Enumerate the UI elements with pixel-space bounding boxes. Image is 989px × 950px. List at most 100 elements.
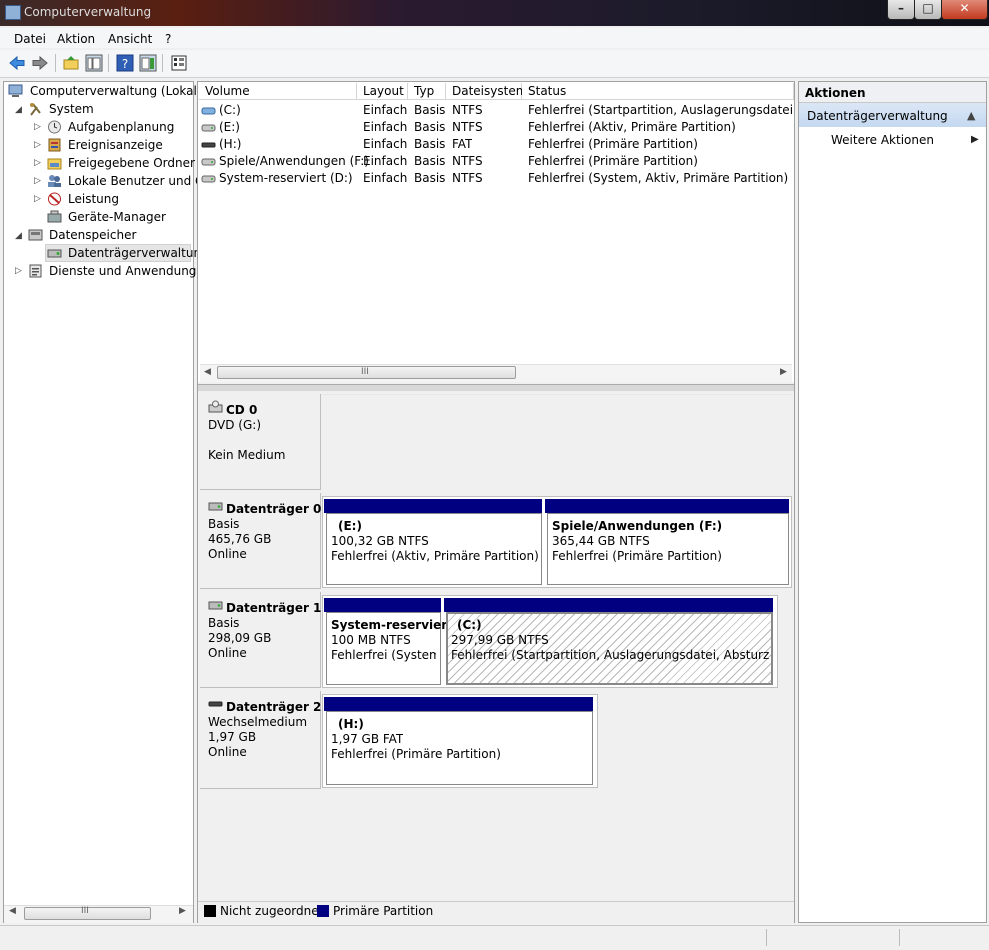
partition-c-status: Fehlerfrei (Startpartition, Auslagerungs… (451, 648, 769, 662)
maximize-button[interactable]: □ (914, 0, 942, 20)
menu-ansicht[interactable]: Ansicht (108, 32, 152, 46)
column-header-status[interactable]: Status (522, 83, 794, 100)
partition-f-bar (545, 499, 789, 513)
drive-icon (201, 124, 216, 132)
tree-item-system[interactable]: System (49, 102, 94, 116)
cell-volume: (H:) (219, 137, 242, 151)
cell-dateisystem: NTFS (452, 154, 483, 168)
column-header-typ[interactable]: Typ (408, 83, 446, 100)
cell-dateisystem: FAT (452, 137, 473, 151)
tree-item-ereignisanzeige[interactable]: Ereignisanzeige (68, 138, 163, 152)
scroll-right-arrow-icon[interactable]: ▶ (780, 367, 787, 377)
toolbar-separator (162, 54, 163, 72)
partition-e-title: (E:) (338, 519, 362, 533)
disk1-online: Online (208, 646, 247, 660)
close-button[interactable]: ✕ (941, 0, 988, 20)
collapse-arrow-icon[interactable]: ◢ (15, 105, 22, 115)
legend-unallocated: Nicht zugeordnet (220, 904, 324, 918)
cell-status: Fehlerfrei (Startpartition, Auslagerungs… (528, 103, 794, 117)
partition-e-size: 100,32 GB NTFS (331, 534, 429, 548)
actions-title: Aktionen (805, 86, 866, 100)
minimize-button[interactable]: – (887, 0, 915, 20)
scroll-grip: III (81, 906, 89, 916)
cell-layout: Einfach (363, 103, 408, 117)
cell-status: Fehlerfrei (Primäre Partition) (528, 137, 698, 151)
scroll-left-arrow-icon[interactable]: ◀ (204, 367, 211, 377)
cell-dateisystem: NTFS (452, 103, 483, 117)
status-bar (0, 925, 989, 950)
cell-status: Fehlerfrei (System, Aktiv, Primäre Parti… (528, 171, 789, 185)
menu-help[interactable]: ? (165, 32, 171, 46)
navigation-tree[interactable] (3, 81, 194, 923)
up-folder-icon[interactable] (62, 54, 80, 72)
tree-item-geraete-manager[interactable]: Geräte-Manager (68, 210, 166, 224)
expand-arrow-icon[interactable]: ▷ (15, 266, 22, 276)
drive-icon (201, 175, 216, 183)
status-divider (766, 929, 767, 946)
hard-disk-icon (208, 502, 223, 511)
cell-layout: Einfach (363, 137, 408, 151)
drive-system-icon (201, 107, 216, 115)
tree-item-leistung[interactable]: Leistung (68, 192, 119, 206)
window-title: Computerverwaltung (24, 5, 152, 19)
partition-d-status: Fehlerfrei (System, A (331, 648, 436, 662)
partition-f-status: Fehlerfrei (Primäre Partition) (552, 549, 722, 563)
partition-h-size: 1,97 GB FAT (331, 732, 404, 746)
partition-f-title: Spiele/Anwendungen (F:) (552, 519, 723, 533)
partition-d-bar (324, 598, 441, 612)
tree-item-dienste[interactable]: Dienste und Anwendungen (49, 264, 211, 278)
cell-typ: Basis (414, 103, 446, 117)
column-header-dateisystem[interactable]: Dateisystem (446, 83, 527, 100)
cd0-status: Kein Medium (208, 448, 286, 462)
properties-icon[interactable] (170, 54, 188, 72)
column-header-volume[interactable]: Volume (199, 83, 357, 100)
scroll-right-arrow-icon[interactable]: ▶ (179, 906, 186, 916)
shared-folder-icon (47, 158, 62, 170)
tree-item-datentraegerverwaltung[interactable]: Datenträgerverwaltung (68, 246, 209, 260)
storage-icon (28, 229, 43, 241)
partition-h-bar (324, 697, 593, 711)
cell-typ: Basis (414, 154, 446, 168)
disk0-online: Online (208, 547, 247, 561)
disk1-type: Basis (208, 616, 240, 630)
cell-volume: (E:) (219, 120, 240, 134)
disk1-size: 298,09 GB (208, 631, 272, 645)
tree-item-root[interactable]: Computerverwaltung (Lokal) (30, 84, 202, 98)
expand-arrow-icon[interactable]: ▷ (34, 176, 41, 186)
action-weitere-aktionen[interactable]: Weitere Aktionen (831, 133, 934, 147)
partition-h-status: Fehlerfrei (Primäre Partition) (331, 747, 501, 761)
scroll-left-arrow-icon[interactable]: ◀ (9, 906, 16, 916)
disk2-type: Wechselmedium (208, 715, 308, 729)
menu-datei[interactable]: Datei (14, 32, 46, 46)
status-divider (899, 929, 900, 946)
show-tree-icon[interactable] (85, 54, 103, 72)
collapse-up-arrow-icon[interactable]: ▲ (967, 109, 975, 122)
cd0-empty-area (323, 394, 792, 491)
submenu-arrow-icon: ▶ (971, 134, 979, 145)
action-pane-icon[interactable] (139, 54, 157, 72)
disk2-size: 1,97 GB (208, 730, 257, 744)
cell-typ: Basis (414, 120, 446, 134)
cell-layout: Einfach (363, 154, 408, 168)
services-icon (29, 264, 42, 278)
expand-arrow-icon[interactable]: ▷ (34, 122, 41, 132)
tree-item-aufgabenplanung[interactable]: Aufgabenplanung (68, 120, 174, 134)
tree-item-freigegebene-ordner[interactable]: Freigegebene Ordner (68, 156, 195, 170)
tree-item-lokale-benutzer[interactable]: Lokale Benutzer und Gru (68, 174, 217, 188)
scroll-grip: III (361, 367, 369, 377)
collapse-arrow-icon[interactable]: ◢ (15, 231, 22, 241)
column-header-layout[interactable]: Layout (357, 83, 408, 100)
expand-arrow-icon[interactable]: ▷ (34, 140, 41, 150)
tools-icon (30, 103, 41, 116)
tree-item-datenspeicher[interactable]: Datenspeicher (49, 228, 136, 242)
partition-e-status: Fehlerfrei (Aktiv, Primäre Partition) (331, 549, 539, 563)
forward-arrow-icon[interactable] (31, 54, 49, 72)
back-arrow-icon[interactable] (8, 54, 26, 72)
menu-aktion[interactable]: Aktion (57, 32, 95, 46)
expand-arrow-icon[interactable]: ▷ (34, 158, 41, 168)
expand-arrow-icon[interactable]: ▷ (34, 194, 41, 204)
legend-swatch-primary (317, 905, 329, 917)
cell-volume: Spiele/Anwendungen (F:) (219, 154, 369, 168)
help-icon[interactable]: ? (116, 54, 134, 72)
toolbar-separator (55, 54, 56, 72)
